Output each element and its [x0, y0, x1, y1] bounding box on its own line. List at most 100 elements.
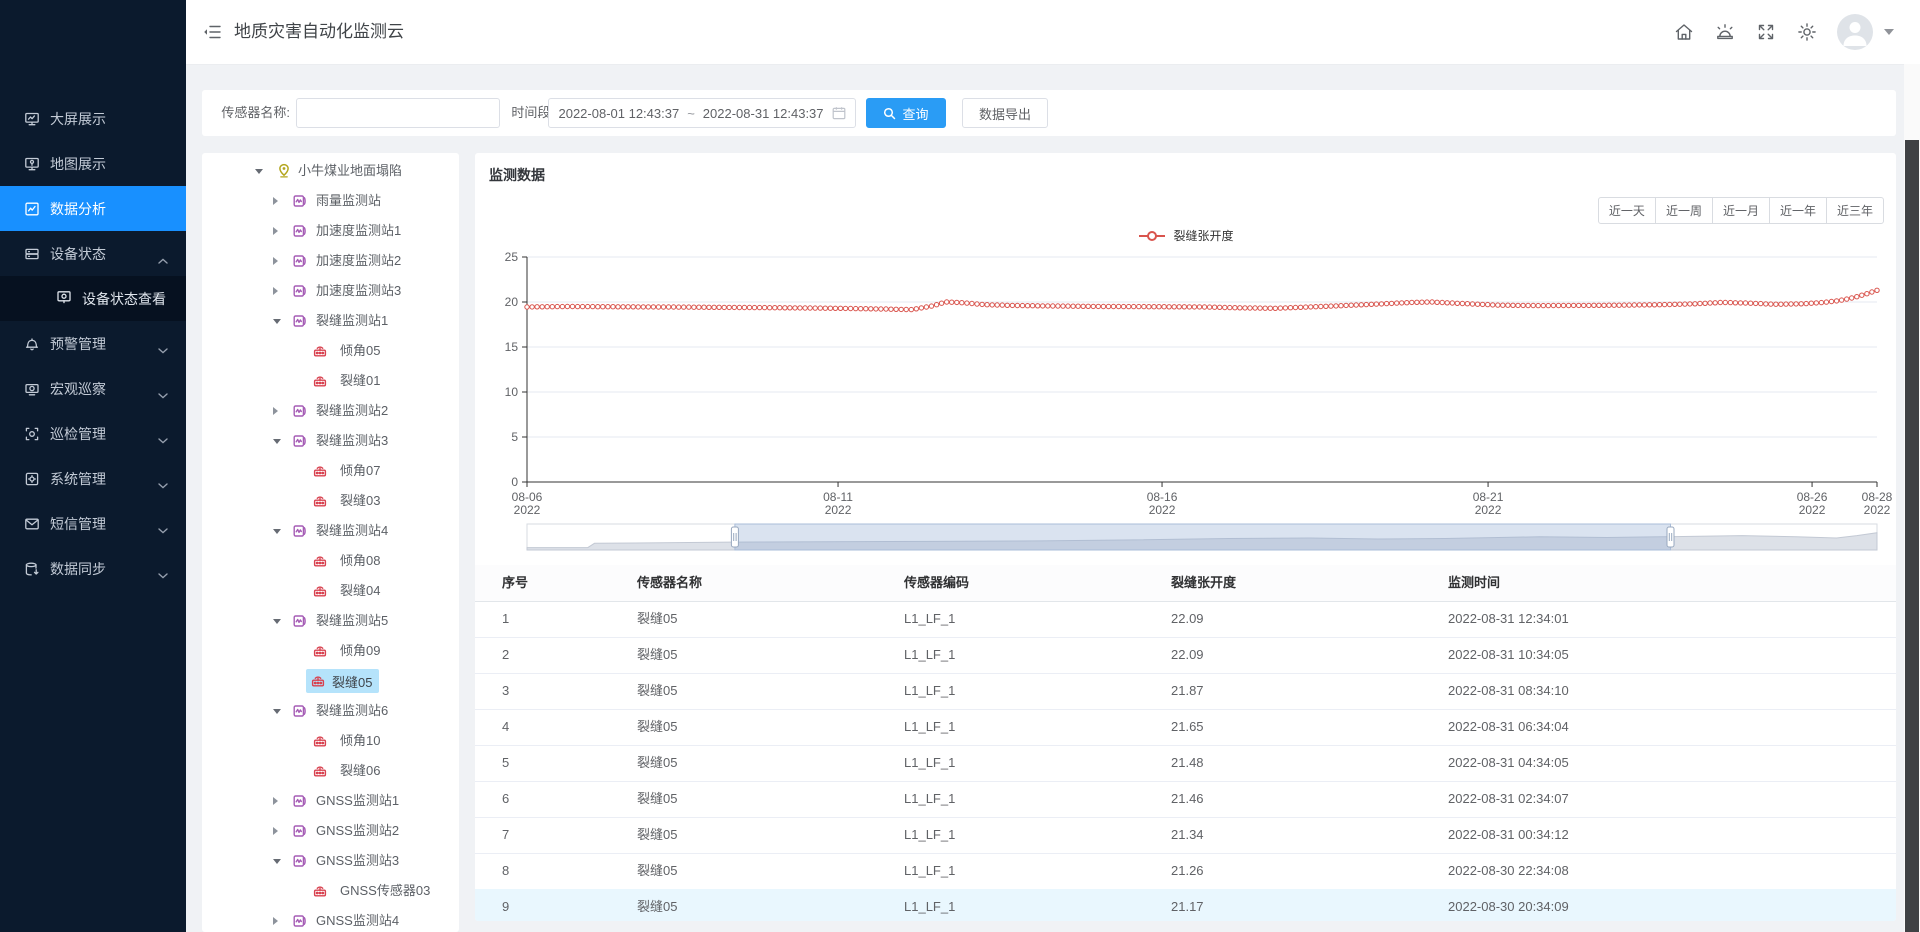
fullscreen-icon[interactable]: [1755, 21, 1777, 43]
tree-caret-icon[interactable]: [273, 709, 281, 714]
tree-node[interactable]: 裂缝06: [202, 756, 459, 786]
datazoom-handle-1[interactable]: [1667, 527, 1674, 547]
tree-node[interactable]: 倾角07: [202, 456, 459, 486]
tree-node[interactable]: GNSS监测站1: [202, 786, 459, 816]
tree-node[interactable]: 倾角08: [202, 546, 459, 576]
avatar[interactable]: [1837, 14, 1873, 50]
range-button-2[interactable]: 近一月: [1712, 197, 1770, 224]
tree-caret-icon[interactable]: [273, 917, 278, 925]
calendar-icon[interactable]: [832, 106, 846, 120]
tree-caret-icon[interactable]: [273, 827, 278, 835]
legend-item[interactable]: 裂缝张开度: [1137, 227, 1233, 244]
tree-node[interactable]: 雨量监测站: [202, 186, 459, 216]
table-row[interactable]: 4裂缝05L1_LF_121.652022-08-31 06:34:04: [475, 709, 1896, 746]
range-button-0[interactable]: 近一天: [1598, 197, 1656, 224]
tree-node[interactable]: 裂缝监测站2: [202, 396, 459, 426]
query-button[interactable]: 查询: [866, 98, 946, 128]
table-row[interactable]: 3裂缝05L1_LF_121.872022-08-31 08:34:10: [475, 673, 1896, 710]
tree-caret-icon[interactable]: [273, 797, 278, 805]
tree-node[interactable]: 裂缝监测站1: [202, 306, 459, 336]
tree-caret-icon[interactable]: [255, 169, 263, 174]
home-icon[interactable]: [1673, 21, 1695, 43]
svg-text:0: 0: [511, 475, 518, 489]
avatar-dropdown-caret-icon[interactable]: [1884, 29, 1894, 35]
tree-caret-icon[interactable]: [273, 859, 281, 864]
sidebar-item-8[interactable]: 短信管理: [0, 501, 186, 546]
tree-node[interactable]: 倾角10: [202, 726, 459, 756]
tree-node[interactable]: 加速度监测站2: [202, 246, 459, 276]
tree-node[interactable]: 加速度监测站1: [202, 216, 459, 246]
sensor-name-input[interactable]: [296, 98, 500, 128]
sidebar-subitem[interactable]: 设备状态查看: [0, 276, 186, 321]
sensor-icon: [312, 583, 328, 599]
datazoom-handle-0[interactable]: [731, 527, 738, 547]
sidebar-item-2[interactable]: 数据分析: [0, 186, 186, 231]
settings-gear-icon[interactable]: [1796, 21, 1818, 43]
sensor-icon: [310, 673, 326, 689]
tree-node-label: 加速度监测站1: [316, 216, 401, 246]
table-row[interactable]: 8裂缝05L1_LF_121.262022-08-30 22:34:08: [475, 853, 1896, 890]
vertical-scrollbar-thumb[interactable]: [1905, 140, 1919, 932]
export-button[interactable]: 数据导出: [962, 98, 1048, 128]
table-row[interactable]: 6裂缝05L1_LF_121.462022-08-31 02:34:07: [475, 781, 1896, 818]
table-row[interactable]: 2裂缝05L1_LF_122.092022-08-31 10:34:05: [475, 637, 1896, 674]
tree-node-selected[interactable]: 裂缝05: [306, 669, 379, 693]
tree-caret-icon[interactable]: [273, 227, 278, 235]
table-row[interactable]: 5裂缝05L1_LF_121.482022-08-31 04:34:05: [475, 745, 1896, 782]
sidebar-item-1[interactable]: 地图展示: [0, 141, 186, 186]
tree-node[interactable]: 裂缝05: [202, 666, 459, 696]
datazoom-window[interactable]: [735, 524, 1671, 550]
sidebar-item-7[interactable]: 系统管理: [0, 456, 186, 501]
tree-caret-icon[interactable]: [273, 439, 281, 444]
sidebar-item-3[interactable]: 设备状态: [0, 231, 186, 276]
table-cell: L1_LF_1: [904, 709, 955, 745]
tree-node[interactable]: 裂缝监测站4: [202, 516, 459, 546]
time-range-picker[interactable]: 2022-08-01 12:43:37 ~ 2022-08-31 12:43:3…: [548, 98, 856, 128]
collapse-sidebar-icon[interactable]: [202, 21, 224, 43]
table-row[interactable]: 7裂缝05L1_LF_121.342022-08-31 00:34:12: [475, 817, 1896, 854]
alarm-icon[interactable]: [1714, 21, 1736, 43]
tree-node[interactable]: 裂缝监测站6: [202, 696, 459, 726]
chevron-down-icon: [158, 476, 168, 492]
tree-caret-icon[interactable]: [273, 287, 278, 295]
line-chart: 051015202508-06202208-11202208-16202208-…: [475, 243, 1896, 559]
tree-node[interactable]: 加速度监测站3: [202, 276, 459, 306]
range-button-3[interactable]: 近一年: [1769, 197, 1827, 224]
tree-caret-icon[interactable]: [273, 619, 281, 624]
chevron-down-icon: [158, 341, 168, 357]
tree-node[interactable]: 裂缝03: [202, 486, 459, 516]
sensor-icon: [312, 883, 328, 899]
column-header: 传感器编码: [904, 565, 969, 601]
sidebar-item-0[interactable]: 大屏展示: [0, 96, 186, 141]
sidebar-item-4[interactable]: 预警管理: [0, 321, 186, 366]
station-icon: [292, 403, 308, 419]
table-row[interactable]: 1裂缝05L1_LF_122.092022-08-31 12:34:01: [475, 601, 1896, 638]
alert-manage-icon: [24, 336, 40, 352]
sidebar-item-5[interactable]: 宏观巡察: [0, 366, 186, 411]
table-row[interactable]: 9裂缝05L1_LF_121.172022-08-30 20:34:09: [475, 889, 1896, 921]
tree-node[interactable]: 倾角05: [202, 336, 459, 366]
tree-node[interactable]: GNSS监测站3: [202, 846, 459, 876]
range-button-1[interactable]: 近一周: [1655, 197, 1713, 224]
tree-node[interactable]: 倾角09: [202, 636, 459, 666]
sidebar-item-9[interactable]: 数据同步: [0, 546, 186, 591]
tree-caret-icon[interactable]: [273, 529, 281, 534]
tree-node[interactable]: GNSS传感器03: [202, 876, 459, 906]
tree-node[interactable]: 裂缝监测站3: [202, 426, 459, 456]
sidebar-item-label: 地图展示: [50, 154, 106, 174]
tree-node[interactable]: 裂缝监测站5: [202, 606, 459, 636]
tree-node[interactable]: GNSS监测站2: [202, 816, 459, 846]
tree-caret-icon[interactable]: [273, 257, 278, 265]
table-cell: 2022-08-31 08:34:10: [1448, 673, 1569, 709]
sidebar-item-6[interactable]: 巡检管理: [0, 411, 186, 456]
tree-node[interactable]: 裂缝04: [202, 576, 459, 606]
table-cell: L1_LF_1: [904, 781, 955, 817]
tree-node[interactable]: GNSS监测站4: [202, 906, 459, 932]
tree-node[interactable]: 小牛煤业地面塌陷: [202, 156, 459, 186]
range-button-4[interactable]: 近三年: [1826, 197, 1884, 224]
tree-node[interactable]: 裂缝01: [202, 366, 459, 396]
tree-caret-icon[interactable]: [273, 319, 281, 324]
tree-caret-icon[interactable]: [273, 407, 278, 415]
tree-node-label: GNSS传感器03: [340, 876, 430, 906]
tree-caret-icon[interactable]: [273, 197, 278, 205]
